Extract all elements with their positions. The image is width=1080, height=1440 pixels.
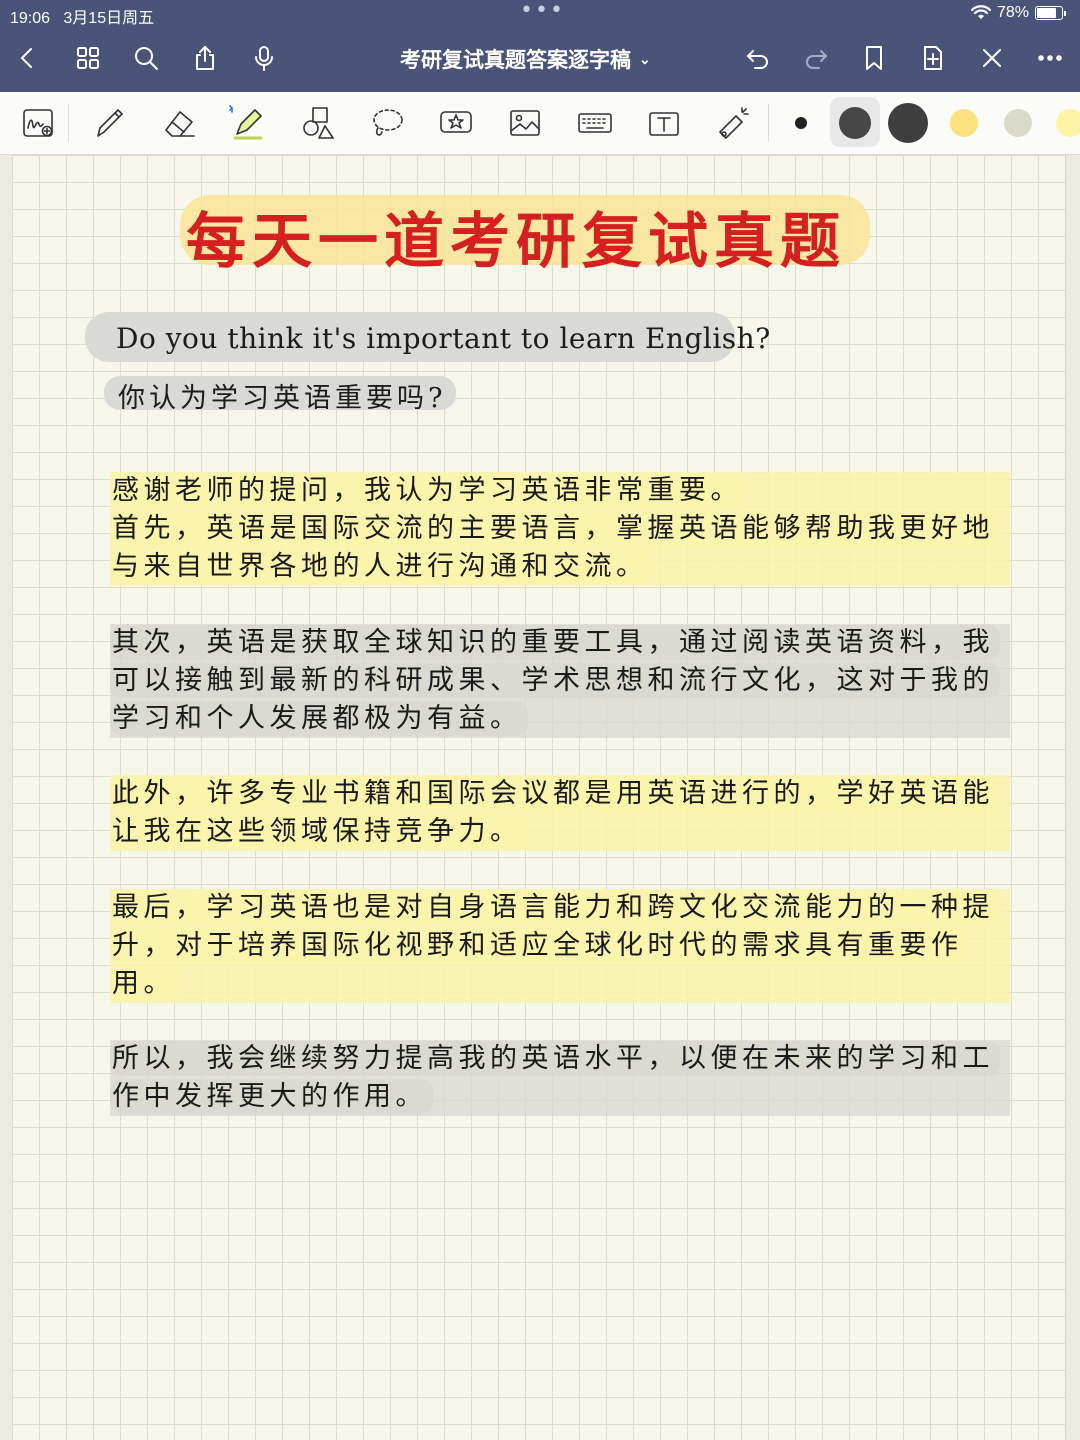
close-icon[interactable] (974, 40, 1010, 76)
pen-size-medium[interactable] (839, 107, 871, 139)
bookmark-icon[interactable] (856, 40, 892, 76)
highlighter-icon[interactable] (225, 100, 271, 146)
status-time: 19:06 (10, 10, 51, 27)
add-page-icon[interactable] (915, 40, 951, 76)
keyboard-icon[interactable] (572, 100, 618, 146)
drawing-toolbar (0, 92, 1080, 155)
battery-percent: 78% (996, 4, 1029, 21)
paragraph-line: 所以，我会继续努力提高我的英语水平，以便在未来的学习和工 (110, 1041, 1000, 1076)
image-icon[interactable] (502, 100, 548, 146)
battery-icon (1035, 6, 1063, 20)
sticker-icon[interactable] (433, 100, 479, 146)
paragraph-line: 首先，英语是国际交流的主要语言，掌握英语能够帮助我更好地 (110, 511, 1000, 546)
paragraph-line: 可以接触到最新的科研成果、学术思想和流行文化，这对于我的 (110, 663, 1000, 698)
pen-size-small[interactable] (795, 117, 807, 129)
grid-icon[interactable] (70, 40, 106, 76)
answer-paragraph-3: 此外，许多专业书籍和国际会议都是用英语进行的，学好英语能 让我在这些领域保持竞争… (110, 775, 1010, 851)
answer-paragraph-4: 最后，学习英语也是对自身语言能力和跨文化交流能力的一种提 升，对于培养国际化视野… (110, 889, 1010, 1003)
question-english: Do you think it's important to learn Eng… (116, 322, 771, 355)
color-swatch-light-yellow[interactable] (1056, 109, 1080, 137)
handwriting-recognition-icon[interactable] (16, 100, 62, 146)
undo-icon[interactable] (740, 40, 776, 76)
pen-icon[interactable] (86, 100, 132, 146)
eraser-icon[interactable] (156, 100, 202, 146)
paragraph-line: 最后，学习英语也是对自身语言能力和跨文化交流能力的一种提 (110, 890, 1000, 925)
microphone-icon[interactable] (246, 40, 282, 76)
redo-icon[interactable] (798, 40, 834, 76)
paragraph-line: 此外，许多专业书籍和国际会议都是用英语进行的，学好英语能 (110, 776, 1000, 811)
color-swatch-gray[interactable] (1004, 109, 1032, 137)
answer-paragraph-1: 感谢老师的提问，我认为学习英语非常重要。 首先，英语是国际交流的主要语言，掌握英… (110, 472, 1010, 586)
paragraph-line: 升，对于培养国际化视野和适应全球化时代的需求具有重要作 (110, 928, 969, 963)
answer-paragraph-5: 所以，我会继续努力提高我的英语水平，以便在未来的学习和工 作中发挥更大的作用。 (110, 1040, 1010, 1116)
back-icon[interactable] (10, 40, 46, 76)
paragraph-line: 与来自世界各地的人进行沟通和交流。 (110, 549, 654, 584)
answer-paragraph-2: 其次，英语是获取全球知识的重要工具，通过阅读英语资料，我 可以接触到最新的科研成… (110, 624, 1010, 738)
question-chinese: 你认为学习英语重要吗? (118, 383, 447, 414)
status-date: 3月15日周五 (63, 10, 155, 27)
document-title[interactable]: 考研复试真题答案逐字稿 ⌄ (400, 44, 651, 74)
chevron-down-icon: ⌄ (639, 50, 651, 67)
paragraph-line: 让我在这些领域保持竞争力。 (110, 814, 528, 849)
color-swatch-yellow[interactable] (950, 109, 978, 137)
paragraph-line: 其次，英语是获取全球知识的重要工具，通过阅读英语资料，我 (110, 625, 1000, 660)
wifi-icon (970, 5, 991, 19)
laser-pointer-icon[interactable] (710, 100, 756, 146)
share-icon[interactable] (187, 40, 223, 76)
status-indicators: 78% (970, 4, 1066, 22)
paragraph-line: 感谢老师的提问，我认为学习英语非常重要。 (110, 473, 748, 508)
pen-size-large[interactable] (888, 103, 928, 143)
lasso-icon[interactable] (364, 100, 410, 146)
paragraph-line: 学习和个人发展都极为有益。 (110, 701, 528, 736)
paragraph-line: 用。 (110, 966, 181, 1001)
status-time-date: 19:06 3月15日周五 (10, 4, 154, 28)
more-icon[interactable] (1032, 40, 1068, 76)
search-icon[interactable] (128, 40, 164, 76)
shapes-icon[interactable] (295, 100, 341, 146)
multitasking-dots-icon[interactable]: ••• (520, 0, 565, 23)
text-icon[interactable] (641, 100, 687, 146)
top-bar: 19:06 3月15日周五 ••• 78% 考研复试真题答案逐字稿 ⌄ (0, 0, 1080, 92)
paragraph-line: 作中发挥更大的作用。 (110, 1079, 433, 1114)
page-right-margin (1065, 155, 1080, 1440)
note-title: 每天一道考研复试真题 (186, 207, 846, 277)
document-title-text: 考研复试真题答案逐字稿 (400, 49, 631, 72)
